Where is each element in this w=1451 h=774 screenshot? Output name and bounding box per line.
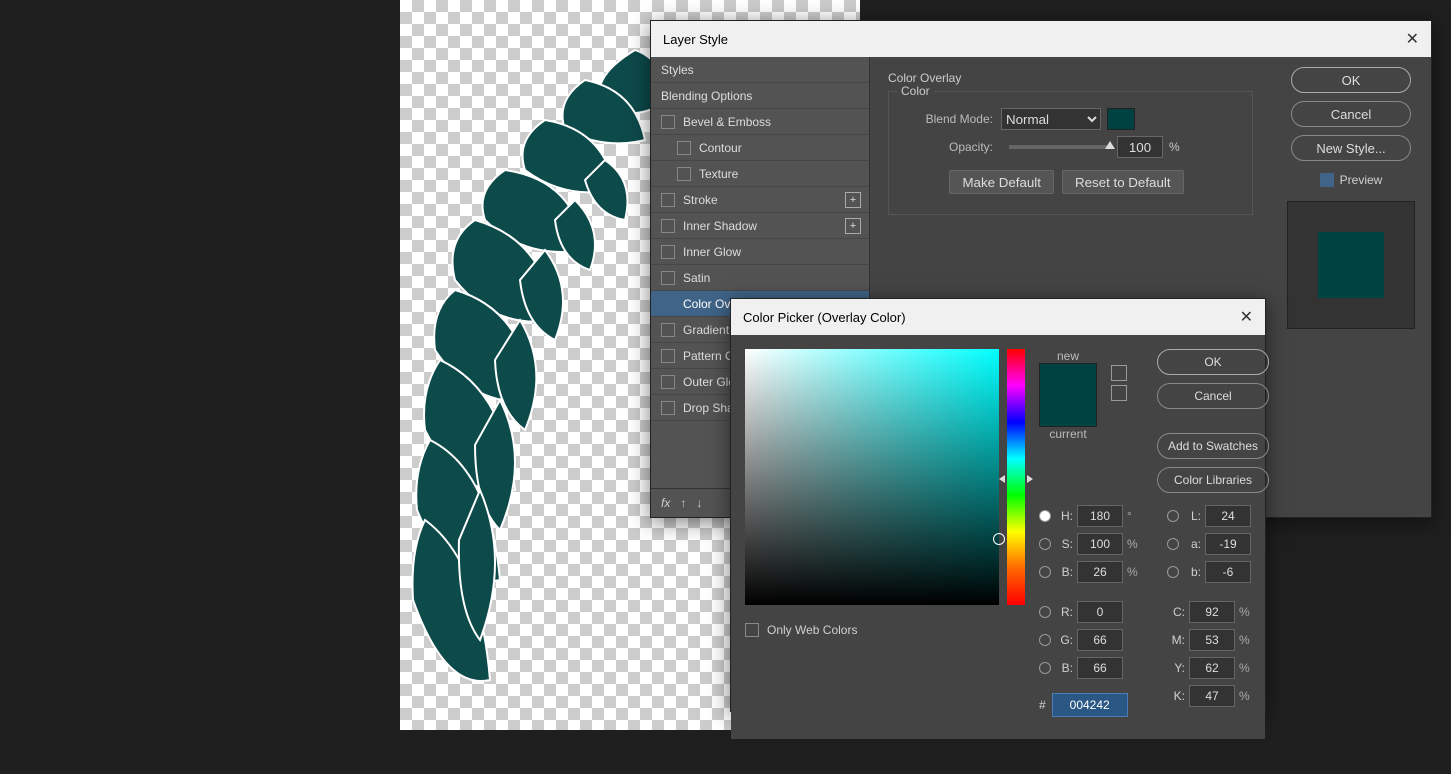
current-label: current [1049, 427, 1086, 441]
opacity-unit: % [1169, 140, 1180, 154]
add-icon[interactable]: + [845, 218, 861, 234]
radio-l[interactable] [1167, 510, 1179, 522]
new-label: new [1057, 349, 1079, 363]
layer-style-titlebar[interactable]: Layer Style ✕ [651, 21, 1431, 57]
radio-a[interactable] [1167, 538, 1179, 550]
radio-b[interactable] [1039, 566, 1051, 578]
section-title: Color Overlay [888, 71, 1253, 85]
new-style-button[interactable]: New Style... [1291, 135, 1411, 161]
checkbox-icon[interactable] [661, 271, 675, 285]
preview-toggle[interactable]: Preview [1320, 173, 1383, 187]
only-web-colors-toggle[interactable]: Only Web Colors [745, 623, 1025, 637]
add-icon[interactable]: + [845, 192, 861, 208]
inner-shadow-row[interactable]: Inner Shadow+ [651, 213, 869, 239]
checkbox-icon[interactable] [677, 167, 691, 181]
color-picker-dialog: Color Picker (Overlay Color) ✕ Only Web … [730, 298, 1266, 712]
only-web-colors-label: Only Web Colors [767, 623, 857, 637]
color-picker-title: Color Picker (Overlay Color) [743, 310, 906, 325]
picker-ring-icon [993, 533, 1005, 545]
preview-swatch [1287, 201, 1415, 329]
blending-options-row[interactable]: Blending Options [651, 83, 869, 109]
radio-labb[interactable] [1167, 566, 1179, 578]
cube-icon[interactable] [1111, 365, 1127, 381]
a-input[interactable] [1205, 533, 1251, 555]
gamut-icon[interactable] [1111, 385, 1127, 401]
close-icon[interactable]: ✕ [1406, 29, 1419, 49]
arrow-down-icon[interactable]: ↓ [696, 496, 702, 510]
radio-g[interactable] [1039, 634, 1051, 646]
dialog-actions: OK Cancel New Style... Preview [1271, 57, 1431, 517]
checkbox-icon[interactable] [661, 193, 675, 207]
blend-mode-select[interactable]: Normal [1001, 108, 1101, 130]
preview-label: Preview [1340, 173, 1383, 187]
opacity-slider[interactable] [1009, 145, 1109, 149]
wing-artwork [405, 40, 685, 720]
checkbox-icon[interactable] [661, 245, 675, 259]
checkbox-icon[interactable] [661, 219, 675, 233]
overlay-color-swatch[interactable] [1107, 108, 1135, 130]
layer-style-title: Layer Style [663, 32, 728, 47]
bc-input[interactable] [1077, 657, 1123, 679]
s-input[interactable] [1077, 533, 1123, 555]
satin-row[interactable]: Satin [651, 265, 869, 291]
checkbox-icon[interactable] [661, 349, 675, 363]
checkbox-icon[interactable] [745, 623, 759, 637]
h-input[interactable] [1077, 505, 1123, 527]
l-input[interactable] [1205, 505, 1251, 527]
radio-h[interactable] [1039, 510, 1051, 522]
opacity-input[interactable] [1117, 136, 1163, 158]
hue-slider[interactable] [1007, 349, 1025, 605]
styles-row[interactable]: Styles [651, 57, 869, 83]
radio-r[interactable] [1039, 606, 1051, 618]
add-swatches-button[interactable]: Add to Swatches [1157, 433, 1269, 459]
checkbox-icon[interactable] [1320, 173, 1334, 187]
g-input[interactable] [1077, 629, 1123, 651]
close-icon[interactable]: ✕ [1240, 307, 1253, 327]
stroke-row[interactable]: Stroke+ [651, 187, 869, 213]
checkbox-icon[interactable] [661, 401, 675, 415]
radio-s[interactable] [1039, 538, 1051, 550]
arrow-up-icon[interactable]: ↑ [680, 496, 686, 510]
color-libraries-button[interactable]: Color Libraries [1157, 467, 1269, 493]
ok-button[interactable]: OK [1291, 67, 1411, 93]
bevel-emboss-row[interactable]: Bevel & Emboss [651, 109, 869, 135]
color-group-label: Color [897, 84, 934, 98]
texture-row[interactable]: Texture [651, 161, 869, 187]
hash-label: # [1039, 698, 1046, 712]
m-input[interactable] [1189, 629, 1235, 651]
checkbox-icon[interactable] [661, 297, 675, 311]
k-input[interactable] [1189, 685, 1235, 707]
labb-input[interactable] [1205, 561, 1251, 583]
c-input[interactable] [1189, 601, 1235, 623]
opacity-label: Opacity: [903, 140, 993, 154]
checkbox-icon[interactable] [661, 115, 675, 129]
y-input[interactable] [1189, 657, 1235, 679]
contour-row[interactable]: Contour [651, 135, 869, 161]
hex-input[interactable] [1052, 693, 1128, 717]
checkbox-icon[interactable] [661, 375, 675, 389]
checkbox-icon[interactable] [677, 141, 691, 155]
checkbox-icon[interactable] [661, 323, 675, 337]
cp-cancel-button[interactable]: Cancel [1157, 383, 1269, 409]
cp-ok-button[interactable]: OK [1157, 349, 1269, 375]
color-field[interactable] [745, 349, 999, 605]
radio-bc[interactable] [1039, 662, 1051, 674]
color-picker-titlebar[interactable]: Color Picker (Overlay Color) ✕ [731, 299, 1265, 335]
fx-icon[interactable]: fx [661, 496, 670, 510]
reset-default-button[interactable]: Reset to Default [1062, 170, 1184, 194]
b-input[interactable] [1077, 561, 1123, 583]
r-input[interactable] [1077, 601, 1123, 623]
new-current-swatch[interactable] [1039, 363, 1097, 427]
make-default-button[interactable]: Make Default [949, 170, 1054, 194]
cancel-button[interactable]: Cancel [1291, 101, 1411, 127]
inner-glow-row[interactable]: Inner Glow [651, 239, 869, 265]
blend-mode-label: Blend Mode: [903, 112, 993, 126]
